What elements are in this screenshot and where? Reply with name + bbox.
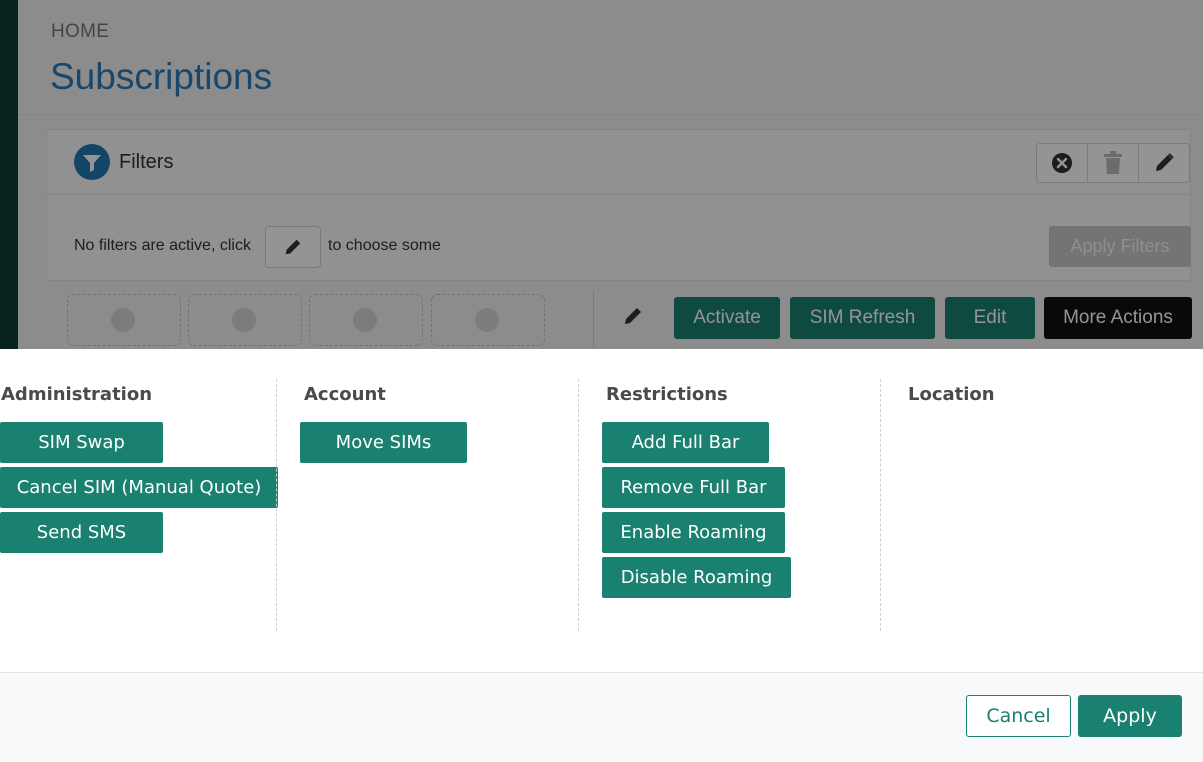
apply-button[interactable]: Apply bbox=[1078, 695, 1182, 737]
column-title-administration: Administration bbox=[1, 384, 153, 405]
move-sims-button[interactable]: Move SIMs bbox=[300, 422, 467, 463]
column-divider bbox=[276, 379, 277, 631]
modal-backdrop bbox=[0, 0, 1203, 349]
remove-full-bar-button[interactable]: Remove Full Bar bbox=[602, 467, 785, 508]
send-sms-button[interactable]: Send SMS bbox=[0, 512, 163, 553]
column-divider bbox=[578, 379, 579, 631]
add-full-bar-button[interactable]: Add Full Bar bbox=[602, 422, 769, 463]
cancel-button[interactable]: Cancel bbox=[966, 695, 1071, 737]
enable-roaming-button[interactable]: Enable Roaming bbox=[602, 512, 785, 553]
disable-roaming-button[interactable]: Disable Roaming bbox=[602, 557, 791, 598]
modal-footer: Cancel Apply bbox=[0, 672, 1203, 762]
cancel-sim-button[interactable]: Cancel SIM (Manual Quote) bbox=[0, 467, 278, 508]
more-actions-modal: Administration SIM Swap Cancel SIM (Manu… bbox=[0, 349, 1203, 762]
column-divider bbox=[880, 379, 881, 631]
column-title-location: Location bbox=[908, 384, 995, 405]
sim-swap-button[interactable]: SIM Swap bbox=[0, 422, 163, 463]
column-title-account: Account bbox=[304, 384, 386, 405]
column-title-restrictions: Restrictions bbox=[606, 384, 728, 405]
